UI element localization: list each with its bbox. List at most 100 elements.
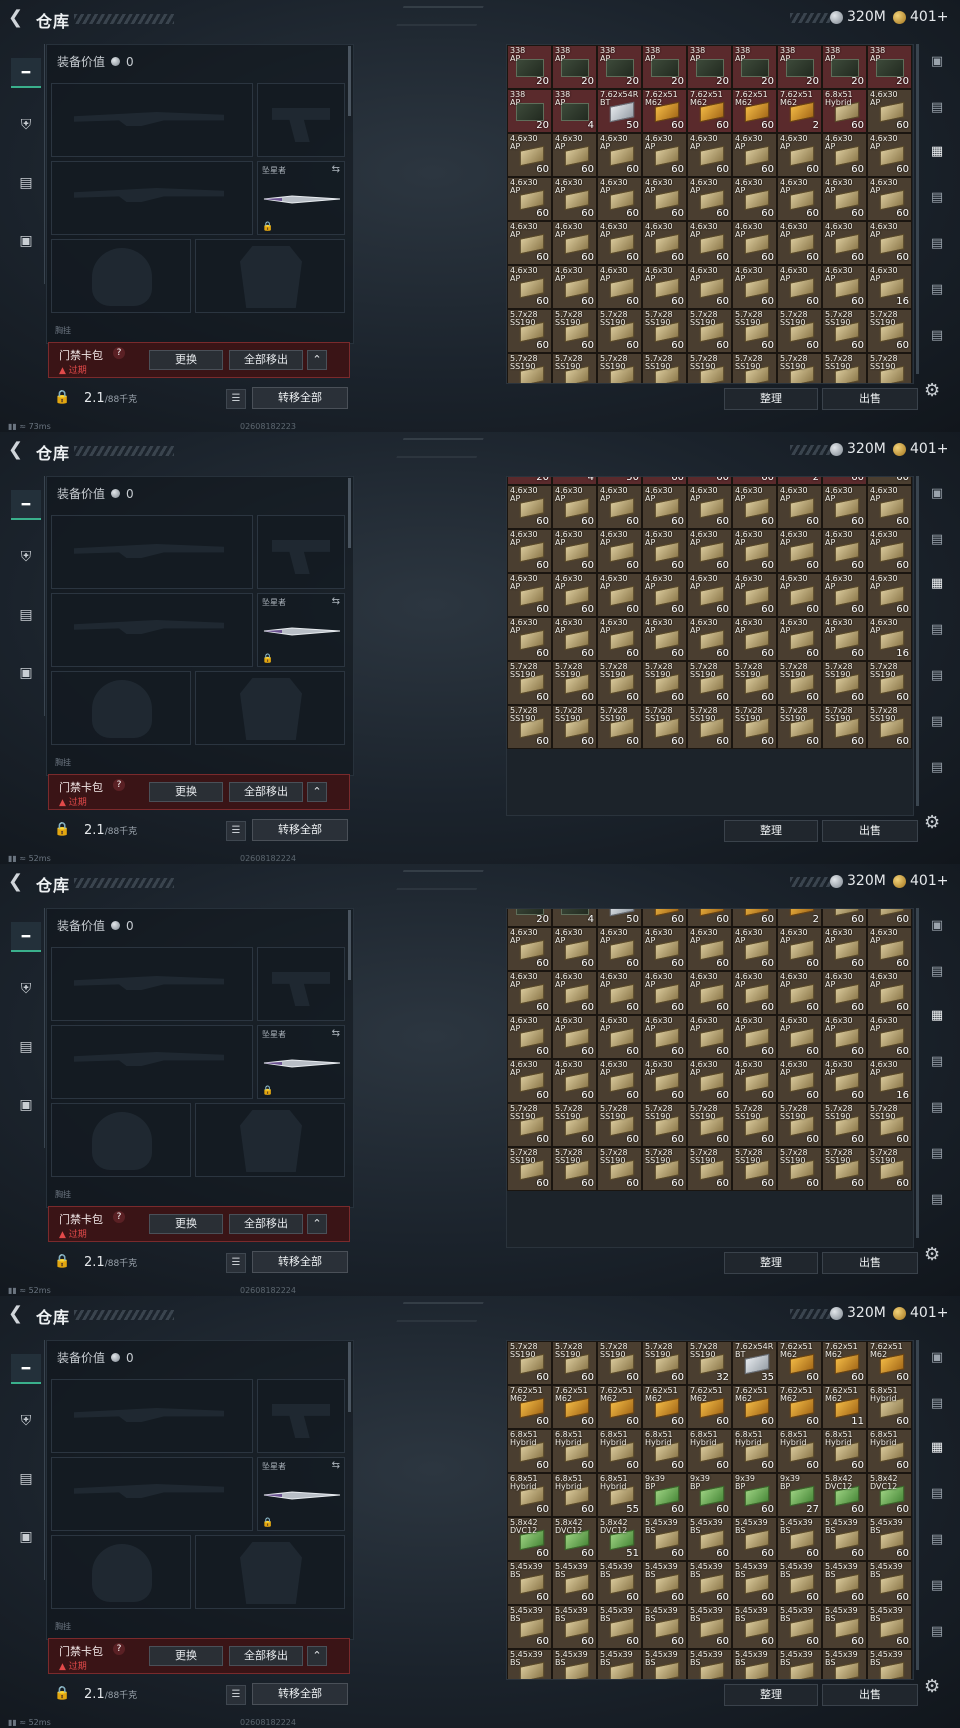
ammo-item-cell[interactable]: 4.6x30 AP 60 (507, 177, 552, 221)
ammo-item-cell[interactable]: 4.6x30 AP 60 (687, 485, 732, 529)
ammo-item-cell[interactable]: 338 AP 20 (687, 45, 732, 89)
ammo-item-cell[interactable]: 4.6x30 AP 60 (642, 265, 687, 309)
ammo-item-cell[interactable]: 4.6x30 AP 60 (552, 177, 597, 221)
ammo-item-cell[interactable]: 7.62x51 M62 60 (687, 1385, 732, 1429)
ammo-item-cell[interactable]: 5.7x28 SS19060 (777, 353, 822, 383)
backpack-icon[interactable]: ▣ (11, 1522, 41, 1552)
ammo-item-cell[interactable]: 4.6x30 AP 60 (642, 485, 687, 529)
transfer-all-button[interactable]: 转移全部 (252, 1251, 348, 1273)
ammo-item-cell[interactable]: 5.7x28 SS19060 (822, 309, 867, 353)
sell-button[interactable]: 出售 (822, 388, 918, 410)
ammo-item-cell[interactable]: 5.7x28 SS19060 (867, 353, 912, 383)
pistol-slot[interactable] (257, 1379, 345, 1453)
backpack-icon[interactable]: ▣ (11, 226, 41, 256)
ammo-item-cell[interactable]: 5.7x28 SS19060 (732, 661, 777, 705)
ammo-item-cell[interactable]: 5.7x28 SS19060 (597, 309, 642, 353)
transfer-all-button[interactable]: 转移全部 (252, 819, 348, 841)
ammo-item-cell[interactable]: 5.7x28 SS19060 (687, 309, 732, 353)
body-armor-slot[interactable] (195, 239, 345, 313)
ammo-item-cell[interactable]: 4.6x30 AP 60 (642, 1059, 687, 1103)
back-arrow-icon[interactable]: ❮ (8, 8, 28, 28)
body-armor-slot[interactable] (195, 1103, 345, 1177)
ammo-item-cell[interactable]: 5.7x28 SS19060 (642, 1103, 687, 1147)
ammo-item-cell[interactable]: 5.7x28 SS19060 (597, 661, 642, 705)
settings-icon[interactable]: ⚙ (924, 1244, 940, 1265)
ammo-item-cell[interactable]: 60 (732, 909, 777, 927)
ammo-item-cell[interactable]: 20 (507, 909, 552, 927)
ammo-item-cell[interactable]: 5.7x28 SS19060 (642, 353, 687, 383)
ammo-item-cell[interactable]: 5.7x28 SS19060 (552, 1103, 597, 1147)
ammo-item-cell[interactable]: 4.6x30 AP 60 (552, 927, 597, 971)
gun-tab-icon[interactable]: ▤ (926, 532, 948, 552)
helmet-tab-icon[interactable]: ▣ (926, 54, 948, 74)
ammo-item-cell[interactable]: 4.6x30 AP 60 (507, 617, 552, 661)
ammo-item-cell[interactable]: 4.6x30 AP 60 (777, 485, 822, 529)
sell-button[interactable]: 出售 (822, 1684, 918, 1706)
ammo-item-cell[interactable]: 5.8x42 DVC12 60 (867, 1473, 912, 1517)
ammo-item-cell[interactable]: 4.6x30 AP 60 (777, 529, 822, 573)
ammo-item-cell[interactable]: 5.45x39 BS60 (642, 1605, 687, 1649)
back-arrow-icon[interactable]: ❮ (8, 440, 28, 460)
swap-icon[interactable]: ⇆ (332, 596, 340, 607)
ammo-item-cell[interactable]: 4.6x30 AP 60 (552, 485, 597, 529)
rig-icon[interactable]: ▤ (11, 1464, 41, 1494)
ammo-item-cell[interactable]: 4.6x30 AP 60 (597, 133, 642, 177)
ammo-item-cell[interactable]: 7.62x51 M62 2 (777, 89, 822, 133)
ammo-item-cell[interactable]: 5.45x39 BS60 (597, 1561, 642, 1605)
pistol-slot[interactable] (257, 947, 345, 1021)
ammo-item-cell[interactable]: 338 AP 20 (507, 45, 552, 89)
helmet-tab-icon[interactable]: ▣ (926, 486, 948, 506)
sell-button[interactable]: 出售 (822, 820, 918, 842)
help-icon[interactable]: ? (113, 1643, 125, 1655)
secondary-weapon-slot[interactable] (51, 1025, 253, 1099)
pistol-slot[interactable] (257, 515, 345, 589)
ammo-item-cell[interactable]: 4.6x30 AP 60 (867, 133, 912, 177)
ammo-item-cell[interactable]: 4.6x30 AP 60 (507, 529, 552, 573)
ammo-item-cell[interactable]: 5.45x39 BS60 (822, 1561, 867, 1605)
ammo-item-cell[interactable]: 4.6x30 AP 60 (687, 1059, 732, 1103)
ammo-item-cell[interactable]: 7.62x51 M62 11 (822, 1385, 867, 1429)
ammo-item-cell[interactable]: 4.6x30 AP 60 (597, 927, 642, 971)
body-armor-slot[interactable] (195, 671, 345, 745)
ammo-item-cell[interactable]: 6.8x51 Hybrid 60 (867, 1385, 912, 1429)
ammo-item-cell[interactable]: 50 (597, 477, 642, 485)
storage-tab-icon[interactable]: ▤ (926, 714, 948, 734)
ammo-item-cell[interactable]: 6.8x51 Hybrid 60 (687, 1429, 732, 1473)
ammo-item-cell[interactable]: 4.6x30 AP 60 (552, 265, 597, 309)
sort-button[interactable]: 整理 (724, 388, 818, 410)
swap-button[interactable]: 更换 (149, 350, 223, 370)
list-icon[interactable]: ☰ (226, 1685, 246, 1705)
help-icon[interactable]: ? (113, 1211, 125, 1223)
ammo-item-cell[interactable]: 5.7x28 SS19060 (867, 705, 912, 749)
ammo-item-cell[interactable]: 5.7x28 SS19060 (822, 1147, 867, 1191)
ammo-item-cell[interactable]: 6.8x51 Hybrid 60 (777, 1429, 822, 1473)
transfer-all-button[interactable]: 转移全部 (252, 387, 348, 409)
ammo-item-cell[interactable]: 5.45x39 BS60 (822, 1605, 867, 1649)
ammo-item-cell[interactable]: 5.8x42 DVC12 51 (597, 1517, 642, 1561)
ammo-item-cell[interactable]: 4.6x30 AP 60 (867, 177, 912, 221)
ammo-item-cell[interactable]: 5.7x28 SS19060 (867, 661, 912, 705)
sort-button[interactable]: 整理 (724, 1684, 818, 1706)
ammo-item-cell[interactable]: 6.8x51 Hybrid 55 (597, 1473, 642, 1517)
ammo-item-cell[interactable]: 7.62x51 M62 60 (642, 89, 687, 133)
settings-icon[interactable]: ⚙ (924, 1676, 940, 1697)
helmet-slot[interactable] (51, 1535, 191, 1609)
ammo-item-cell[interactable]: 5.7x28 SS19060 (552, 353, 597, 383)
rig-icon[interactable]: ▤ (11, 600, 41, 630)
ammo-item-cell[interactable]: 7.62x51 M62 60 (732, 1385, 777, 1429)
ammo-item-cell[interactable]: 5.7x28 SS19060 (822, 705, 867, 749)
stash-scrollbar[interactable] (916, 1340, 919, 1670)
storage-tab-icon[interactable]: ▤ (926, 190, 948, 210)
back-arrow-icon[interactable]: ❮ (8, 872, 28, 892)
ammo-item-cell[interactable]: 5.45x39 BS60 (642, 1561, 687, 1605)
ammo-item-cell[interactable]: 4.6x30 AP 60 (507, 485, 552, 529)
ammo-item-cell[interactable]: 5.7x28 SS19060 (552, 1147, 597, 1191)
swap-button[interactable]: 更换 (149, 1214, 223, 1234)
ammo-item-cell[interactable]: 4.6x30 AP 60 (867, 485, 912, 529)
ammo-item-cell[interactable]: 5.45x39 BS60 (732, 1649, 777, 1679)
pistol-icon[interactable]: ━ (11, 490, 41, 520)
ammo-item-cell[interactable]: 7.62x51 M62 60 (777, 1385, 822, 1429)
ammo-item-cell[interactable]: 5.7x28 SS19060 (822, 661, 867, 705)
ammo-item-cell[interactable]: 60 (687, 909, 732, 927)
ammo-item-cell[interactable]: 5.45x39 BS60 (687, 1517, 732, 1561)
